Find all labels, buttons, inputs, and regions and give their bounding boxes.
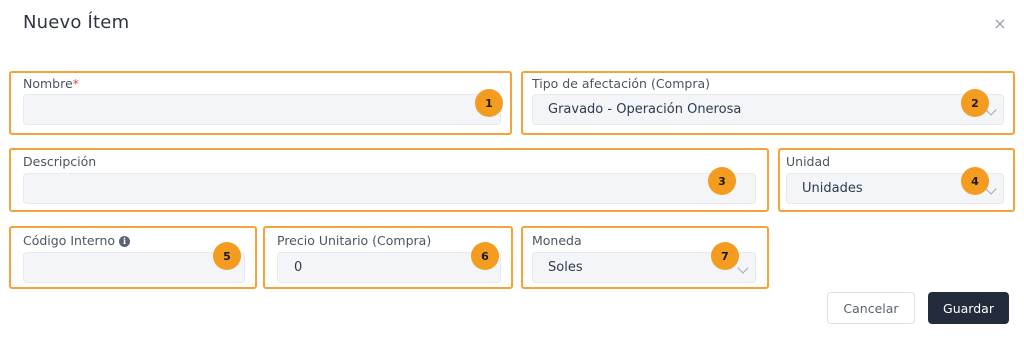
annotation-badge-6: 6 xyxy=(471,242,499,270)
tipo-afectacion-select[interactable]: Gravado - Operación Onerosa xyxy=(532,94,1004,125)
codigo-interno-input[interactable] xyxy=(23,252,245,283)
tipo-afectacion-label: Tipo de afectación (Compra) xyxy=(532,76,710,91)
cancel-button[interactable]: Cancelar xyxy=(827,292,915,324)
descripcion-input[interactable] xyxy=(23,173,756,204)
descripcion-label: Descripción xyxy=(23,154,97,169)
precio-unitario-label: Precio Unitario (Compra) xyxy=(277,233,432,248)
nombre-input[interactable] xyxy=(23,94,501,125)
annotation-badge-7: 7 xyxy=(711,242,739,270)
precio-unitario-input[interactable]: 0 xyxy=(277,252,501,283)
annotation-badge-1: 1 xyxy=(475,89,503,117)
annotation-badge-2: 2 xyxy=(961,89,989,117)
required-mark: * xyxy=(72,76,79,91)
close-icon[interactable]: × xyxy=(989,12,1011,34)
annotation-badge-4: 4 xyxy=(961,167,989,195)
annotation-badge-3: 3 xyxy=(708,167,736,195)
moneda-label: Moneda xyxy=(532,233,582,248)
dialog-title: Nuevo Ítem xyxy=(23,12,130,33)
unidad-label: Unidad xyxy=(786,154,831,169)
save-button[interactable]: Guardar xyxy=(928,292,1009,324)
annotation-badge-5: 5 xyxy=(213,242,241,270)
chevron-down-icon xyxy=(737,261,749,274)
codigo-interno-label: Código Interno i xyxy=(23,233,131,248)
nombre-label: Nombre* xyxy=(23,76,79,91)
info-icon[interactable]: i xyxy=(119,235,131,247)
